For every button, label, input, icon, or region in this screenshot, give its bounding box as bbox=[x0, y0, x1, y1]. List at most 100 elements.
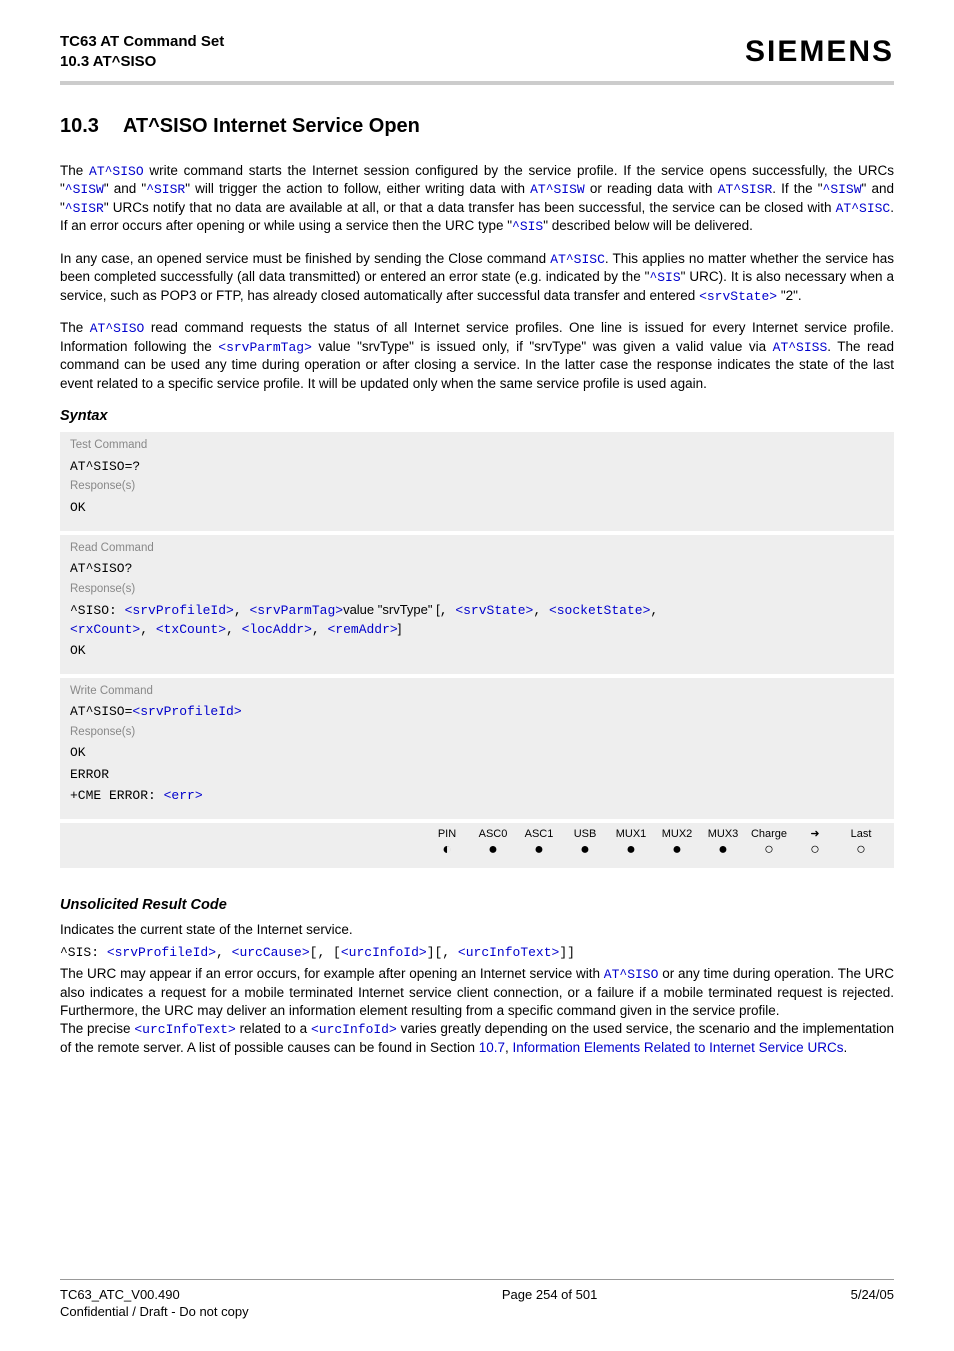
param-ref[interactable]: <urcInfoText> bbox=[134, 1022, 235, 1037]
param-ref[interactable]: <srvParmTag> bbox=[218, 340, 312, 355]
urc-ref[interactable]: ^SIS bbox=[649, 270, 680, 285]
cmd-ref[interactable]: AT^SISO bbox=[89, 164, 144, 179]
avail-value: ◐ bbox=[424, 842, 470, 858]
urc-format: ^SIS: <srvProfileId>, <urcCause>[, [<urc… bbox=[60, 944, 894, 962]
response-cme: +CME ERROR: <err> bbox=[70, 787, 884, 805]
urc-body-2: The precise <urcInfoText> related to a <… bbox=[60, 1020, 894, 1057]
avail-value: ● bbox=[516, 842, 562, 858]
param-ref[interactable]: <srvState> bbox=[699, 289, 777, 304]
response-label: Response(s) bbox=[70, 582, 884, 598]
response-label: Response(s) bbox=[70, 479, 884, 495]
paragraph-1: The AT^SISO write command starts the Int… bbox=[60, 162, 894, 236]
cmd-ref[interactable]: AT^SISR bbox=[718, 182, 773, 197]
avail-header: MUX3 bbox=[700, 827, 746, 842]
footer-page: Page 254 of 501 bbox=[502, 1286, 597, 1321]
footer-left: TC63_ATC_V00.490 Confidential / Draft - … bbox=[60, 1286, 249, 1321]
page-footer: TC63_ATC_V00.490 Confidential / Draft - … bbox=[60, 1279, 894, 1321]
footer-docid: TC63_ATC_V00.490 bbox=[60, 1286, 249, 1304]
param-ref[interactable]: <err> bbox=[164, 788, 203, 803]
cmd-ref[interactable]: AT^SISC bbox=[836, 201, 891, 216]
response-format: ^SISO: <srvProfileId>, <srvParmTag>value… bbox=[70, 601, 884, 638]
param-ref[interactable]: <locAddr> bbox=[242, 622, 312, 637]
footer-confidential: Confidential / Draft - Do not copy bbox=[60, 1303, 249, 1321]
doc-subtitle: 10.3 AT^SISO bbox=[60, 52, 224, 72]
avail-header: ASC1 bbox=[516, 827, 562, 842]
paragraph-2: In any case, an opened service must be f… bbox=[60, 250, 894, 306]
param-ref[interactable]: <srvParmTag> bbox=[249, 603, 343, 618]
cmd-ref[interactable]: AT^SISS bbox=[773, 340, 828, 355]
avail-header: MUX1 bbox=[608, 827, 654, 842]
urc-intro: Indicates the current state of the Inter… bbox=[60, 921, 894, 939]
section-heading: 10.3 AT^SISO Internet Service Open bbox=[60, 113, 894, 140]
section-number: 10.3 bbox=[60, 113, 99, 140]
availability-value-row: ◐ ● ● ● ● ● ● ○ ○ ○ bbox=[70, 842, 884, 858]
read-command-block: Read Command AT^SISO? Response(s) ^SISO:… bbox=[60, 535, 894, 674]
command-line: AT^SISO? bbox=[70, 560, 884, 578]
urc-ref[interactable]: ^SISR bbox=[146, 182, 185, 197]
avail-header: Charge bbox=[746, 827, 792, 842]
response-label: Response(s) bbox=[70, 725, 884, 741]
doc-title: TC63 AT Command Set bbox=[60, 32, 224, 52]
footer-date: 5/24/05 bbox=[851, 1286, 894, 1321]
avail-header: Last bbox=[838, 827, 884, 842]
avail-value: ○ bbox=[792, 842, 838, 858]
cmd-ref[interactable]: AT^SISW bbox=[530, 182, 585, 197]
avail-header: USB bbox=[562, 827, 608, 842]
avail-header: MUX2 bbox=[654, 827, 700, 842]
command-line: AT^SISO=? bbox=[70, 458, 884, 476]
avail-value: ● bbox=[562, 842, 608, 858]
param-ref[interactable]: <urcInfoText> bbox=[458, 945, 559, 960]
response-ok: OK bbox=[70, 744, 884, 762]
response-ok: OK bbox=[70, 642, 884, 660]
doc-title-block: TC63 AT Command Set 10.3 AT^SISO bbox=[60, 32, 224, 73]
page-header: TC63 AT Command Set 10.3 AT^SISO SIEMENS bbox=[60, 32, 894, 73]
avail-header: ASC0 bbox=[470, 827, 516, 842]
urc-ref[interactable]: ^SIS bbox=[512, 219, 543, 234]
avail-header: PIN bbox=[424, 827, 470, 842]
write-command-block: Write Command AT^SISO=<srvProfileId> Res… bbox=[60, 678, 894, 819]
avail-header: ➜ bbox=[792, 827, 838, 842]
syntax-heading: Syntax bbox=[60, 407, 894, 427]
avail-value: ○ bbox=[838, 842, 884, 858]
header-rule bbox=[60, 81, 894, 85]
urc-section: Unsolicited Result Code Indicates the cu… bbox=[60, 896, 894, 1057]
param-ref[interactable]: <srvProfileId> bbox=[125, 603, 234, 618]
param-ref[interactable]: <txCount> bbox=[156, 622, 226, 637]
cmd-ref[interactable]: AT^SISO bbox=[604, 967, 659, 982]
block-label: Write Command bbox=[70, 684, 884, 700]
urc-ref[interactable]: ^SISW bbox=[65, 182, 104, 197]
availability-table: PIN ASC0 ASC1 USB MUX1 MUX2 MUX3 Charge … bbox=[60, 823, 894, 868]
section-link[interactable]: 10.7 bbox=[479, 1040, 505, 1055]
response-error: ERROR bbox=[70, 766, 884, 784]
paragraph-3: The AT^SISO read command requests the st… bbox=[60, 319, 894, 393]
param-ref[interactable]: <rxCount> bbox=[70, 622, 140, 637]
block-label: Read Command bbox=[70, 541, 884, 557]
param-ref[interactable]: <srvProfileId> bbox=[107, 945, 216, 960]
param-ref[interactable]: <srvState> bbox=[455, 603, 533, 618]
brand-logo: SIEMENS bbox=[745, 32, 894, 73]
test-command-block: Test Command AT^SISO=? Response(s) OK bbox=[60, 432, 894, 530]
urc-body-1: The URC may appear if an error occurs, f… bbox=[60, 965, 894, 1020]
param-ref[interactable]: <srvProfileId> bbox=[132, 704, 241, 719]
urc-heading: Unsolicited Result Code bbox=[60, 896, 894, 916]
command-line: AT^SISO=<srvProfileId> bbox=[70, 703, 884, 721]
param-ref[interactable]: <urcInfoId> bbox=[341, 945, 427, 960]
response-ok: OK bbox=[70, 499, 884, 517]
param-ref[interactable]: <urcInfoId> bbox=[311, 1022, 397, 1037]
block-label: Test Command bbox=[70, 438, 884, 454]
avail-value: ● bbox=[608, 842, 654, 858]
availability-header-row: PIN ASC0 ASC1 USB MUX1 MUX2 MUX3 Charge … bbox=[70, 827, 884, 842]
param-ref[interactable]: <urcCause> bbox=[232, 945, 310, 960]
section-title-text: AT^SISO Internet Service Open bbox=[123, 115, 420, 137]
param-ref[interactable]: <remAddr> bbox=[327, 622, 397, 637]
avail-value: ● bbox=[700, 842, 746, 858]
avail-value: ● bbox=[470, 842, 516, 858]
avail-value: ○ bbox=[746, 842, 792, 858]
param-ref[interactable]: <socketState> bbox=[549, 603, 650, 618]
avail-value: ● bbox=[654, 842, 700, 858]
section-link[interactable]: Information Elements Related to Internet… bbox=[513, 1040, 844, 1055]
cmd-ref[interactable]: AT^SISC bbox=[550, 252, 605, 267]
cmd-ref[interactable]: AT^SISO bbox=[90, 321, 145, 336]
urc-ref[interactable]: ^SISW bbox=[823, 182, 862, 197]
urc-ref[interactable]: ^SISR bbox=[65, 201, 104, 216]
